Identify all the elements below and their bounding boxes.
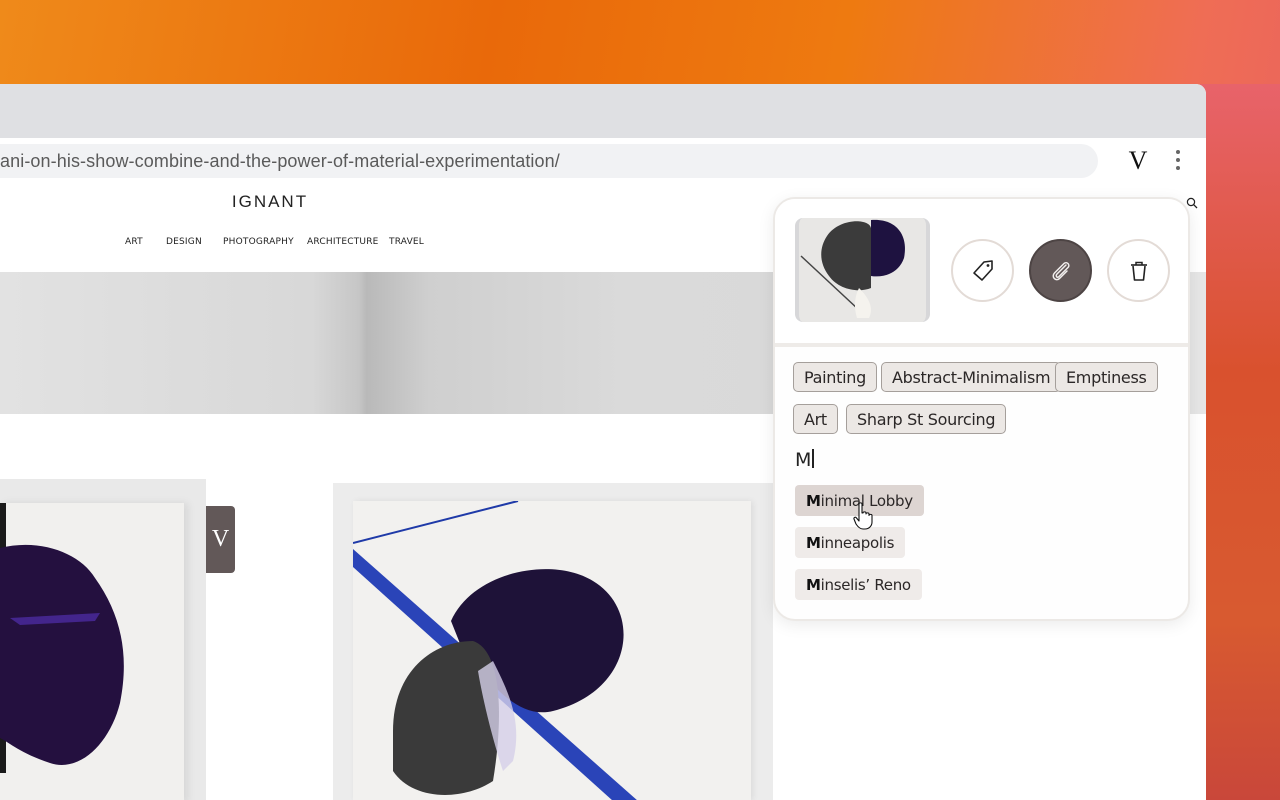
artwork-painting-1 (0, 503, 124, 773)
extension-logo-icon: V (211, 526, 230, 552)
suggestion-match: M (806, 575, 821, 594)
tag-chip[interactable]: Painting (793, 362, 877, 392)
browser-toolbar: ani-on-his-show-combine-and-the-power-of… (0, 138, 1206, 182)
extension-logo-icon: V (1128, 146, 1148, 175)
suggestion-match: M (806, 533, 821, 552)
popup-header (775, 199, 1188, 343)
tab-strip (0, 84, 1206, 138)
hero-image (0, 272, 780, 414)
popup-divider (775, 343, 1188, 347)
tag-input-value: M (795, 449, 812, 471)
tag-icon (972, 259, 993, 281)
tag-chip[interactable]: Abstract-Minimalism (881, 362, 1062, 392)
suggestion-rest: inneapolis (820, 533, 895, 552)
nav-item-travel[interactable]: TRAVEL (389, 237, 424, 247)
extension-button[interactable]: V (1124, 146, 1152, 176)
artwork-image-1[interactable] (0, 479, 206, 800)
suggestion-match: M (806, 491, 821, 510)
delete-button[interactable] (1107, 239, 1170, 302)
kebab-menu-icon[interactable] (1170, 148, 1186, 172)
dot (1176, 158, 1180, 162)
nav-item-design[interactable]: DESIGN (166, 237, 202, 247)
text-caret (812, 449, 814, 468)
thumbnail-image (799, 218, 926, 322)
tag-button[interactable] (951, 239, 1014, 302)
trash-icon (1130, 261, 1147, 281)
nav-item-art[interactable]: ART (125, 237, 143, 247)
address-bar[interactable]: ani-on-his-show-combine-and-the-power-of… (0, 144, 1098, 178)
tag-chip[interactable]: Sharp St Sourcing (846, 404, 1007, 434)
tagging-popup: Painting Abstract-Minimalism Emptiness A… (773, 197, 1190, 621)
tag-chip[interactable]: Emptiness (1055, 362, 1158, 392)
desktop-background (1200, 84, 1280, 800)
nav-item-photography[interactable]: PHOTOGRAPHY (223, 237, 294, 247)
attach-button[interactable] (1029, 239, 1092, 302)
tag-input[interactable]: M (795, 449, 814, 471)
artwork-painting-2 (352, 500, 637, 800)
hand-pointer-cursor-icon (853, 502, 873, 530)
suggestion-rest: inselis’ Reno (820, 575, 911, 594)
page-thumbnail (795, 218, 930, 322)
nav-item-architecture[interactable]: ARCHITECTURE (307, 237, 379, 247)
suggestion-item[interactable]: Minneapolis (795, 527, 906, 558)
site-logo[interactable]: IGNANT (200, 192, 340, 212)
tag-chip[interactable]: Art (793, 404, 838, 434)
artwork-canvas (0, 503, 184, 800)
paperclip-icon (1052, 261, 1070, 280)
artwork-image-2[interactable] (333, 483, 773, 800)
artwork-canvas (352, 500, 751, 800)
dot (1176, 166, 1180, 170)
suggestion-item[interactable]: Minselis’ Reno (795, 569, 922, 600)
extension-side-tab[interactable]: V (206, 506, 235, 573)
dot (1176, 150, 1180, 154)
